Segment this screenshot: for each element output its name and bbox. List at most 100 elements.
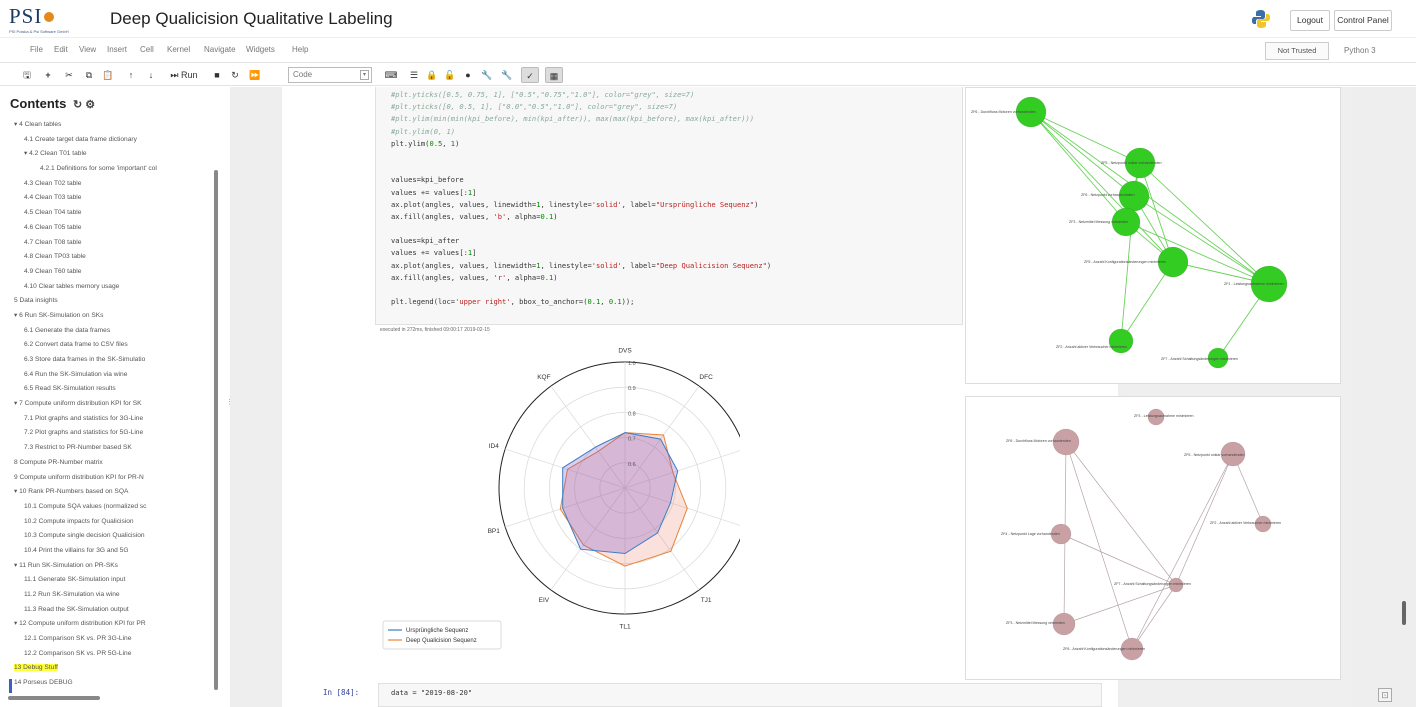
toc-item[interactable]: 14 Porseus DEBUG [8,676,218,691]
radar-category-label: DFC [699,374,713,381]
paste-icon[interactable]: 📋 [101,67,115,83]
restart-icon[interactable]: ↻ [228,67,242,83]
lock-icon[interactable]: 🔒 [425,67,439,83]
menu-kernel[interactable]: Kernel [167,45,190,54]
move-up-icon[interactable]: ↑ [124,67,138,83]
toc-item[interactable]: 6.4 Run the SK-Simulation via wine [8,368,218,383]
toc-item[interactable]: 4.3 Clean T02 table [8,177,218,192]
code-editor[interactable]: #plt.yticks([0.5, 0.75, 1], ["0.5","0.75… [391,89,771,308]
menu-view[interactable]: View [79,45,96,54]
cut-icon[interactable]: ✂ [62,67,76,83]
toc-item[interactable]: 7.2 Plot graphs and statistics for 5G-Li… [8,426,218,441]
toc-current-marker [9,679,12,693]
control-panel-button[interactable]: Control Panel [1334,10,1392,31]
toc-item[interactable]: 5 Data insights [8,294,218,309]
toc-item[interactable]: 4.1 Create target data frame dictionary [8,133,218,148]
toc-horizontal-scrollbar[interactable] [8,696,100,700]
toc-item[interactable]: 4.9 Clean T60 table [8,265,218,280]
toc-item[interactable]: 10.1 Compute SQA values (normalized sc [8,500,218,515]
toc-scrollbar[interactable] [214,170,218,690]
menu-navigate[interactable]: Navigate [204,45,236,54]
toc-item[interactable]: 4.8 Clean TP03 table [8,250,218,265]
graph-node-label: ZF2 - Anzahl aktiver Verbraucher minimie… [1210,521,1281,525]
toc-item-label: 10.3 Compute single decision Qualicision [24,532,145,540]
toc-item[interactable]: 12.1 Comparison SK vs. PR 3G-Line [8,632,218,647]
radar-tick-label: 0.9 [628,386,636,392]
toc-item[interactable]: ▾ 4 Clean tables [8,118,218,133]
page-scrollbar[interactable] [1402,601,1406,625]
toc-item[interactable]: 7.1 Plot graphs and statistics for 3G-Li… [8,412,218,427]
toc-item[interactable]: ▾ 4.2 Clean T01 table [8,147,218,162]
check-icon[interactable]: ✓ [521,67,539,83]
toc-item[interactable]: 4.4 Clean T03 table [8,191,218,206]
toc-item[interactable]: 11.1 Generate SK-Simulation input [8,573,218,588]
menu-help[interactable]: Help [292,45,308,54]
code-cell[interactable]: #plt.yticks([0.5, 0.75, 1], ["0.5","0.75… [375,87,963,325]
wrench-icon[interactable]: 🔧 [480,67,494,83]
keyboard-icon[interactable]: ⌨ [384,67,398,83]
stop-icon[interactable]: ■ [210,67,224,83]
menu-file[interactable]: File [30,45,43,54]
toc-item[interactable]: 8 Compute PR-Number matrix [8,456,218,471]
grid-icon[interactable]: ▦ [545,67,563,83]
toc-item-label: 7.3 Restrict to PR-Number based SK [24,444,132,452]
toc-item[interactable]: 6.2 Convert data frame to CSV files [8,338,218,353]
toc-item[interactable]: 4.6 Clean T05 table [8,221,218,236]
toc-item-label: 11.2 Run SK-Simulation via wine [24,591,120,598]
toc-item-label: 6.3 Store data frames in the SK-Simulati… [24,356,146,363]
toc-item[interactable]: 4.7 Clean T08 table [8,236,218,251]
toc-item[interactable]: 6.1 Generate the data frames [8,324,218,339]
unlock-icon[interactable]: 🔓 [443,67,457,83]
toc-item[interactable]: 11.3 Read the SK-Simulation output [8,603,218,618]
copy-icon[interactable]: ⧉ [82,67,96,83]
toc-item[interactable]: 10.4 Print the villains for 3G and 5G [8,544,218,559]
save-icon[interactable]: 🖫 [20,67,34,83]
toc-item[interactable]: 4.2.1 Definitions for some 'important' c… [8,162,218,177]
mauve-graph-panel: ZF3 - Leistungsaufnahme minimieren ZF6 - … [965,396,1341,680]
toc-item[interactable]: ▾ 6 Run SK-Simulation on SKs [8,309,218,324]
toc-item[interactable]: ▾ 12 Compute uniform distribution KPI fo… [8,617,218,632]
gear-icon[interactable]: ⚙ [85,99,95,111]
toc-item[interactable]: 4.10 Clear tables memory usage [8,280,218,295]
notebook-title[interactable]: Deep Qualicision Qualitative Labeling [110,9,393,29]
menu-cell[interactable]: Cell [140,45,154,54]
toc-item[interactable]: ▾ 7 Compute uniform distribution KPI for… [8,397,218,412]
pin-icon[interactable]: ● [461,67,475,83]
green-graph-panel: ZF6 - Durchfluss Motoren vorhandenden ZF5… [965,87,1341,384]
toc-item[interactable]: 10.3 Compute single decision Qualicision [8,529,218,544]
fast-forward-icon[interactable]: ⏩ [248,67,262,83]
menu-widgets[interactable]: Widgets [246,45,275,54]
toc-item[interactable]: ▾ 11 Run SK-Simulation on PR-SKs [8,559,218,574]
refresh-icon[interactable]: ↻ [73,99,82,111]
add-cell-icon[interactable]: + [41,67,55,83]
toc-title-text: Contents [10,96,67,111]
toc-item[interactable]: 7.3 Restrict to PR-Number based SK [8,441,218,456]
toc-item[interactable]: 11.2 Run SK-Simulation via wine [8,588,218,603]
cell-toolbar-icon[interactable]: ☰ [407,67,421,83]
toc-item[interactable]: 9 Compute uniform distribution KPI for P… [8,471,218,486]
cell-type-select[interactable]: Code ▾ [288,67,372,83]
toc-item[interactable]: 6.5 Read SK-Simulation results [8,382,218,397]
not-trusted-indicator[interactable]: Not Trusted [1265,42,1329,60]
code-cell-next[interactable]: data = "2019-08-20" [378,683,1102,707]
move-down-icon[interactable]: ↓ [144,67,158,83]
graph-node-label: ZF6 - Durchfluss Motoren vorhandenden [971,110,1036,114]
run-button[interactable]: ⏭ Run [164,67,204,83]
toc-item[interactable]: 4.5 Clean T04 table [8,206,218,221]
wrench-alt-icon[interactable]: 🔧 [500,67,514,83]
toc-item[interactable]: ▾ 10 Rank PR-Numbers based on SQA [8,485,218,500]
toc-item[interactable]: 13 Debug Stuff [8,661,218,676]
legend-label: Ursprüngliche Sequenz [406,628,468,634]
cell-prompt: In [84]: [323,688,360,697]
graph-node-label: ZF7 - Anzahl Schaltungsänderungen minimi… [1114,582,1191,586]
psi-logo[interactable]: PSI PSI Polska & Psi Software GmbH [9,6,89,35]
menu-insert[interactable]: Insert [107,45,127,54]
toc-item[interactable]: 10.2 Compute impacts for Qualicision [8,515,218,530]
toc-item[interactable]: 12.2 Comparison SK vs. PR 5G-Line [8,647,218,662]
sidebar-splitter[interactable]: ⋮ [226,398,233,406]
logout-button[interactable]: Logout [1290,10,1330,31]
scroll-to-top-button[interactable]: ⊡ [1378,688,1392,702]
toc-item[interactable]: 6.3 Store data frames in the SK-Simulati… [8,353,218,368]
menu-edit[interactable]: Edit [54,45,68,54]
